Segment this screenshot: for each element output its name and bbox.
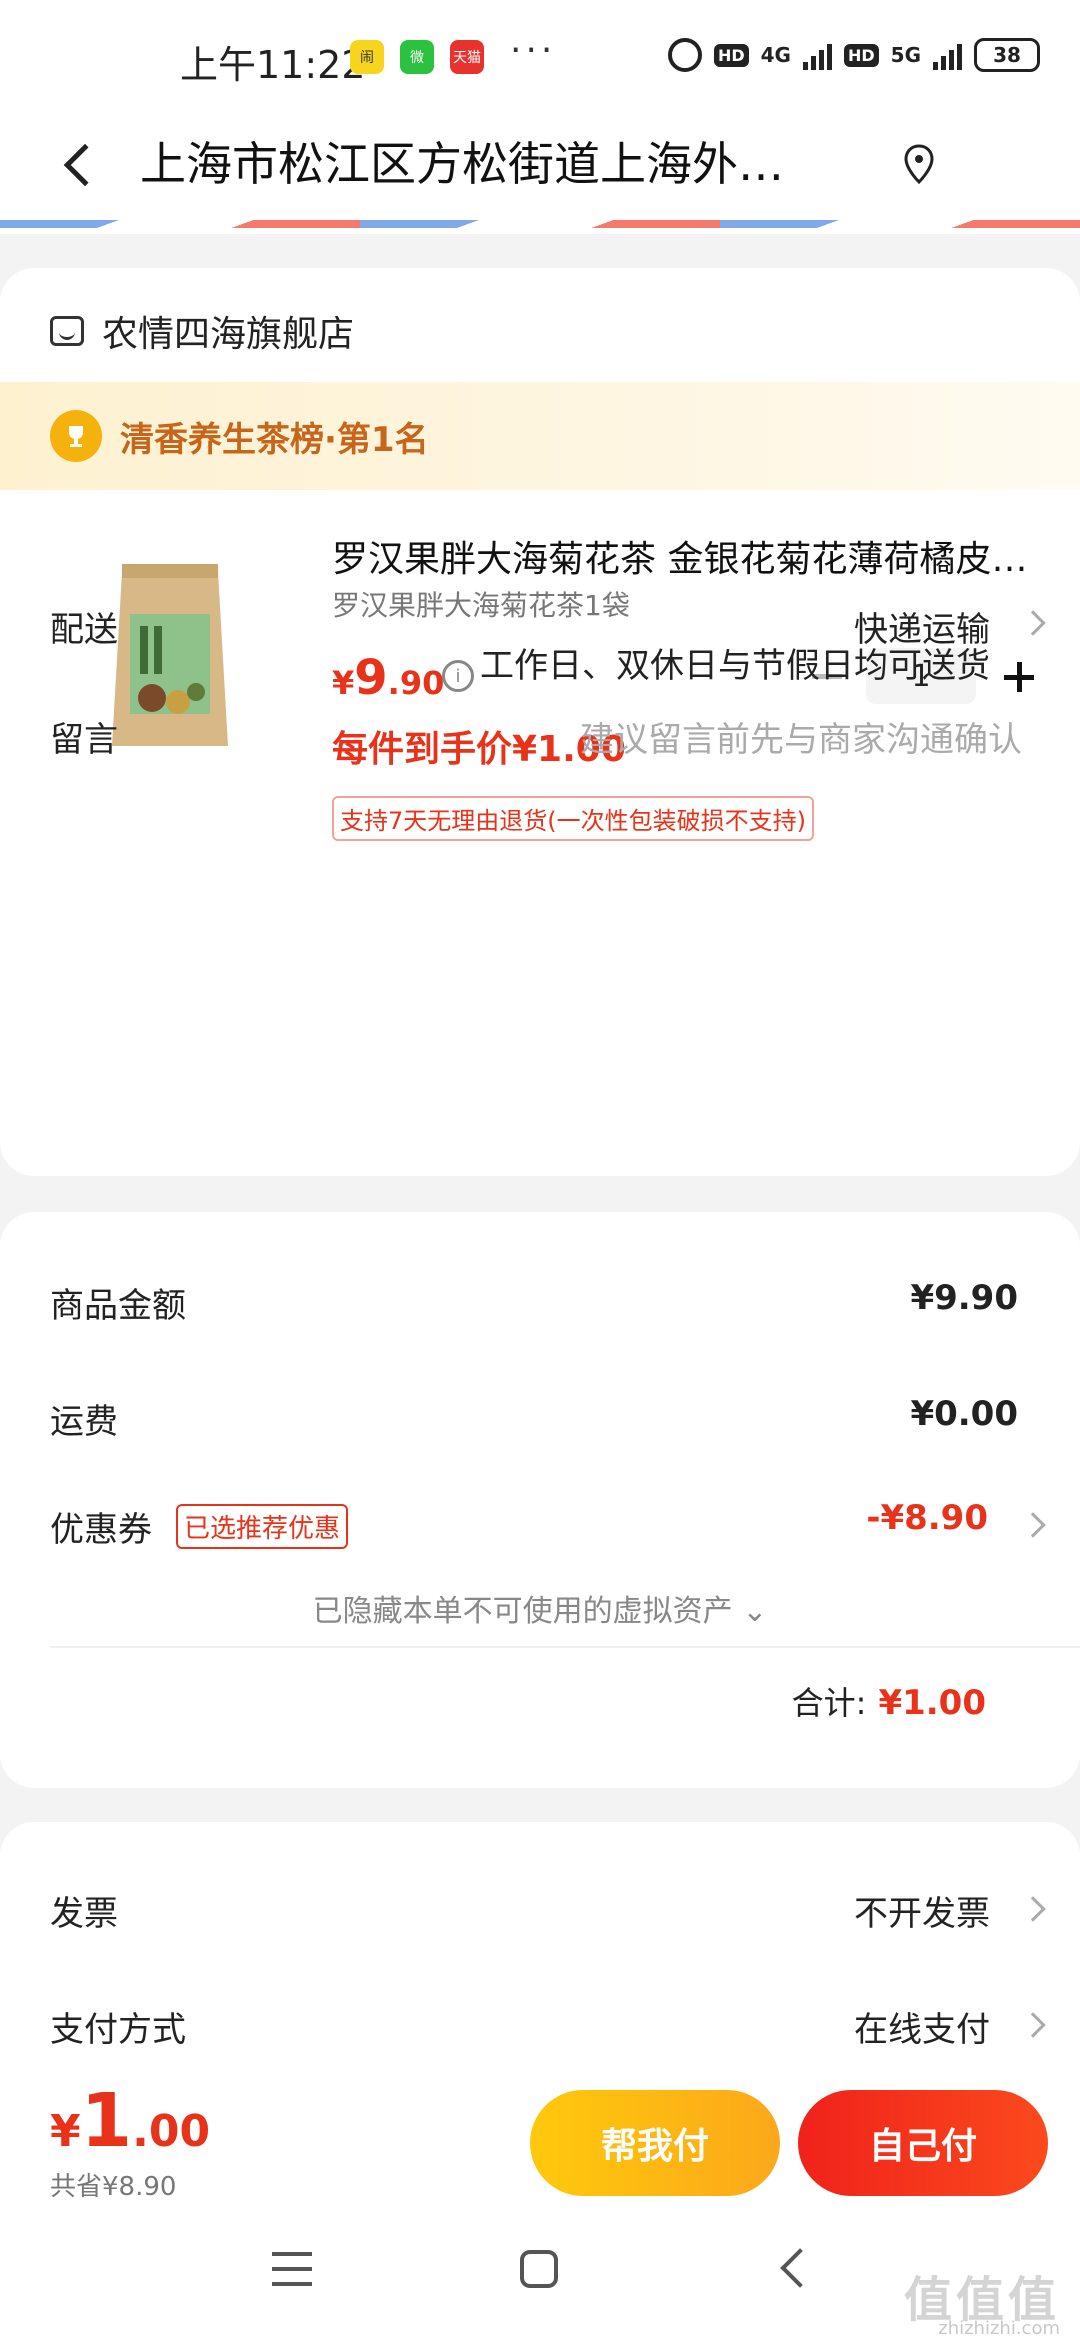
shipping-value: ¥0.00 xyxy=(910,1394,1018,1434)
chevron-right-icon[interactable] xyxy=(1020,2012,1046,2038)
address-header: 上海市松江区方松街道上海外… xyxy=(0,110,1080,220)
shop-row[interactable]: 农情四海旗舰店 xyxy=(50,296,354,366)
shop-name: 农情四海旗舰店 xyxy=(102,314,355,355)
message-label: 留言 xyxy=(50,720,118,760)
return-policy-badge: 支持7天无理由退货(一次性包装破损不支持) xyxy=(332,796,814,841)
delivery-address[interactable]: 上海市松江区方松街道上海外… xyxy=(140,132,860,196)
goods-amount-value: ¥9.90 xyxy=(910,1278,1018,1318)
product-image[interactable] xyxy=(100,558,240,758)
price-integer: 9 xyxy=(354,650,388,706)
payment-method-value[interactable]: 在线支付 xyxy=(854,2002,990,2051)
back-arrow-icon xyxy=(63,143,107,187)
coupon-value[interactable]: -¥8.90 xyxy=(866,1498,988,1538)
total-value: ¥1.00 xyxy=(878,1683,986,1723)
store-icon xyxy=(50,316,84,346)
system-icons: HD 4G HD 5G 38 xyxy=(667,38,1040,72)
home-icon[interactable] xyxy=(520,2250,558,2288)
chevron-right-icon[interactable] xyxy=(1020,610,1046,636)
payable-amount: ¥ 1 .00 xyxy=(50,2078,210,2164)
bell-app-icon: 闹 xyxy=(350,40,384,74)
wechat-icon: 微 xyxy=(400,40,434,74)
signal-icon xyxy=(802,40,832,70)
location-pin-icon[interactable] xyxy=(902,142,936,188)
order-item-card: 农情四海旗舰店 清香养生茶榜·第1名 罗汉果胖大海菊花茶 金银花菊花薄荷橘皮… … xyxy=(0,268,1080,1176)
message-input[interactable]: 建议留言前先与商家沟通确认 xyxy=(580,712,1022,761)
total-row: 合计: ¥1.00 xyxy=(792,1678,986,1724)
alarm-icon xyxy=(667,38,702,72)
increase-quantity-button[interactable] xyxy=(994,652,1044,702)
nav-back-icon[interactable] xyxy=(780,2248,820,2288)
product-title[interactable]: 罗汉果胖大海菊花茶 金银花菊花薄荷橘皮… xyxy=(332,530,1032,582)
amount-integer: 1 xyxy=(80,2078,133,2164)
hd-badge: HD xyxy=(713,43,749,67)
coupon-tag: 已选推荐优惠 xyxy=(176,1504,349,1549)
goods-amount-label: 商品金额 xyxy=(50,1286,186,1326)
payment-method-label: 支付方式 xyxy=(50,2010,186,2050)
help-me-pay-button[interactable]: 帮我付 xyxy=(530,2090,780,2196)
more-notifications-icon: ··· xyxy=(510,30,557,71)
price-currency: ¥ xyxy=(332,664,355,702)
amount-currency: ¥ xyxy=(50,2106,81,2157)
price-summary-card: 商品金额 ¥9.90 运费 ¥0.00 优惠券 已选推荐优惠 -¥8.90 已隐… xyxy=(0,1212,1080,1788)
envelope-stripe xyxy=(0,220,1080,234)
battery-icon: 38 xyxy=(974,38,1040,72)
shipping-label: 运费 xyxy=(50,1402,118,1442)
checkout-bar: ¥ 1 .00 共省¥8.90 帮我付 自己付 xyxy=(0,2074,1080,2204)
coupon-label: 优惠券 xyxy=(50,1510,152,1550)
price-decimal: .90 xyxy=(387,664,445,702)
pay-myself-button[interactable]: 自己付 xyxy=(798,2090,1048,2196)
status-time: 上午11:22 xyxy=(180,43,366,87)
trophy-glyph-icon xyxy=(69,426,83,447)
divider xyxy=(50,1646,1080,1648)
tianmao-icon: 天猫 xyxy=(450,40,484,74)
chevron-right-icon[interactable] xyxy=(1020,1512,1046,1538)
total-label: 合计: xyxy=(791,1684,867,1722)
delivery-note: 工作日、双休日与节假日均可送货 xyxy=(480,646,990,686)
hd-badge: HD xyxy=(843,43,879,67)
delivery-label: 配送 xyxy=(50,610,118,650)
product-price: ¥ 9 .90 xyxy=(332,650,444,706)
price-info-icon[interactable]: i xyxy=(442,660,474,692)
hidden-assets-toggle[interactable]: 已隐藏本单不可使用的虚拟资产 ⌄ xyxy=(0,1586,1080,1630)
chevron-right-icon[interactable] xyxy=(1020,1896,1046,1922)
watermark-url: zhizhizhi.com xyxy=(938,2318,1060,2339)
invoice-value[interactable]: 不开发票 xyxy=(854,1886,990,1935)
saved-amount: 共省¥8.90 xyxy=(50,2172,177,2202)
status-bar: 上午11:22 闹 微 天猫 ··· HD 4G HD 5G 38 xyxy=(0,0,1080,110)
product-spec[interactable]: 罗汉果胖大海菊花茶1袋 xyxy=(332,584,630,624)
back-button[interactable] xyxy=(50,130,110,200)
invoice-label: 发票 xyxy=(50,1894,118,1934)
ranking-banner[interactable]: 清香养生茶榜·第1名 xyxy=(0,382,1080,490)
menu-icon[interactable] xyxy=(272,2252,312,2286)
amount-decimal: .00 xyxy=(132,2106,211,2157)
network-label: 5G xyxy=(890,43,921,67)
network-label: 4G xyxy=(760,43,791,67)
signal-icon xyxy=(933,40,962,70)
trophy-icon xyxy=(50,410,102,462)
ranking-text: 清香养生茶榜·第1名 xyxy=(120,419,429,460)
